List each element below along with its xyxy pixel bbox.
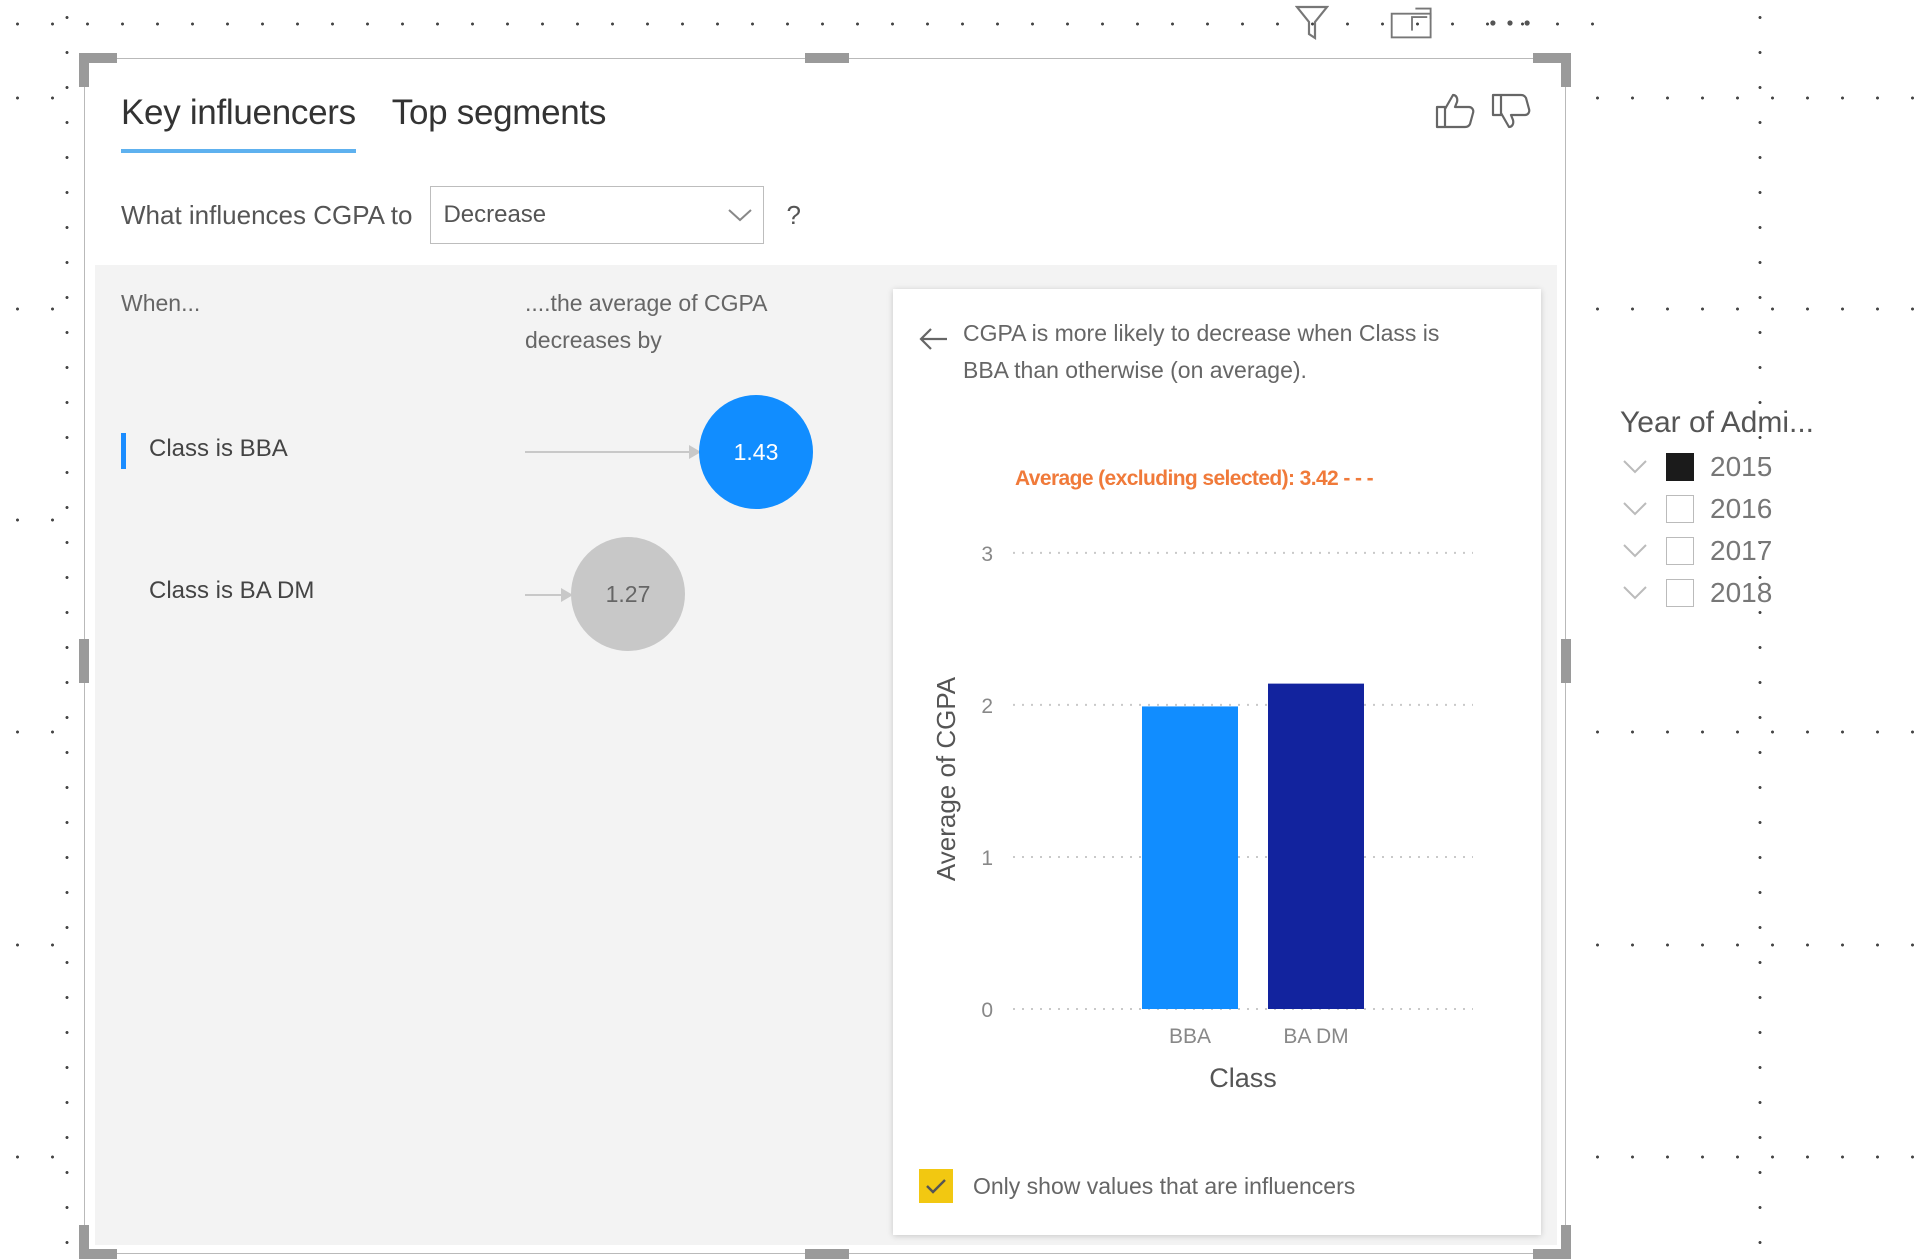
y-tick-label: 1 [981,847,993,870]
slicer-item-2018[interactable]: 2018 [1620,572,1850,614]
resize-handle[interactable] [1561,1225,1571,1259]
bar-bba[interactable] [1142,706,1238,1009]
slicer-item-label: 2015 [1710,451,1773,482]
canvas-grid-row [0,1155,84,1159]
bar-chart: 0 1 2 3 BBA BA DM Class Average of CGPA [931,543,1473,1093]
x-axis-title: Class [1209,1063,1277,1093]
focus-mode-icon[interactable] [1390,2,1434,44]
slicer-list: 2015 2016 2017 2018 [1620,446,1850,614]
reference-line-label-text: Average (excluding selected): 3.42 [1015,467,1339,490]
y-axis-title: Average of CGPA [931,676,961,881]
slicer-checkbox[interactable] [1666,579,1694,607]
question-row: What influences CGPA to Decrease ? [121,185,801,245]
resize-handle[interactable] [1561,639,1571,683]
canvas-grid-column [1758,0,1762,1259]
tab-bar: Key influencers Top segments [121,93,606,153]
slicer-item-2017[interactable]: 2017 [1620,530,1850,572]
influencer-label: Class is BBA [149,435,288,462]
canvas-grid-row [0,730,84,734]
canvas-grid-row [0,518,84,522]
resize-handle[interactable] [79,1225,89,1259]
detail-explanation-line1: CGPA is more likely to decrease when Cla… [963,320,1440,346]
slicer-checkbox[interactable] [1666,537,1694,565]
slicer-item-label: 2016 [1710,493,1773,524]
canvas-grid-row [1580,730,1920,734]
effect-header-line2: decreases by [525,327,662,353]
more-options-icon[interactable] [1488,2,1532,44]
canvas-grid-row [1580,1155,1920,1159]
y-tick-label: 3 [981,543,993,566]
effect-column-header: ....the average of CGPA decreases by [525,285,767,359]
influencer-bubble[interactable]: 1.27 [571,537,685,651]
slicer-item-2016[interactable]: 2016 [1620,488,1850,530]
back-arrow-icon[interactable] [917,323,949,355]
slicer-item-2015[interactable]: 2015 [1620,446,1850,488]
tab-key-influencers[interactable]: Key influencers [121,93,356,153]
when-column-header: When... [121,290,201,316]
bar-ba-dm[interactable] [1268,683,1364,1009]
canvas-grid-row [1580,307,1920,311]
influencer-detail-pane: CGPA is more likely to decrease when Cla… [893,289,1541,1235]
help-icon[interactable]: ? [786,200,800,231]
slicer-item-label: 2017 [1710,535,1773,566]
canvas-grid-row [1580,96,1920,100]
chevron-down-icon [728,209,753,222]
resize-handle[interactable] [805,53,849,63]
influencer-row-class-ba-dm[interactable]: Class is BA DM [121,569,841,629]
effect-header-line1: ....the average of CGPA [525,290,768,316]
checkmark-icon [926,1179,946,1194]
outcome-dropdown[interactable]: Decrease [430,186,765,244]
influencers-only-toggle[interactable]: Only show values that are influencers [919,1169,1355,1203]
thumbs-up-icon[interactable] [1433,89,1477,133]
influencer-bubble-selected[interactable]: 1.43 [699,395,813,509]
thumbs-down-icon[interactable] [1489,89,1533,133]
chevron-down-icon[interactable] [1620,578,1650,608]
x-tick-label: BA DM [1283,1025,1348,1048]
slicer-checkbox[interactable] [1666,495,1694,523]
reference-line-label: Average (excluding selected): 3.42 - - - [1015,467,1374,491]
tab-top-segments[interactable]: Top segments [392,93,607,153]
resize-handle[interactable] [79,639,89,683]
resize-handle[interactable] [1561,53,1571,87]
slicer-item-label: 2018 [1710,577,1773,608]
canvas-grid-column [65,0,69,1259]
influencer-label: Class is BA DM [149,577,315,604]
key-influencers-visual: Key influencers Top segments What influe… [79,53,1571,1259]
canvas-grid-row [0,96,84,100]
reference-line-dashes: - - - [1343,467,1374,490]
detail-explanation: CGPA is more likely to decrease when Cla… [963,315,1523,389]
chevron-down-icon[interactable] [1620,494,1650,524]
feedback-buttons [1433,89,1533,133]
visual-header [1280,0,1580,48]
y-tick-label: 0 [981,999,993,1022]
filter-icon[interactable] [1290,2,1334,44]
slicer-title: Year of Admi... [1620,406,1815,439]
canvas-grid-row [0,307,84,311]
chevron-down-icon[interactable] [1620,452,1650,482]
year-of-admission-slicer: Year of Admi... 2015 2016 2017 2018 [1620,406,1850,614]
question-label: What influences CGPA to [121,199,413,230]
detail-explanation-line2: BBA than otherwise (on average). [963,357,1307,383]
selected-indicator [121,433,126,469]
influencers-panel: When... ....the average of CGPA decrease… [95,265,1557,1245]
influencer-arrow-line [525,451,695,453]
canvas-grid-row [0,943,84,947]
dropdown-value: Decrease [443,201,547,228]
resize-handle[interactable] [79,53,89,87]
x-tick-label: BBA [1169,1025,1211,1048]
y-tick-label: 2 [981,695,993,718]
canvas-grid-row [1580,943,1920,947]
influencers-only-label: Only show values that are influencers [973,1172,1356,1199]
slicer-checkbox[interactable] [1666,453,1694,481]
influencers-only-checkbox[interactable] [919,1169,953,1203]
resize-handle[interactable] [805,1249,849,1259]
chevron-down-icon[interactable] [1620,536,1650,566]
